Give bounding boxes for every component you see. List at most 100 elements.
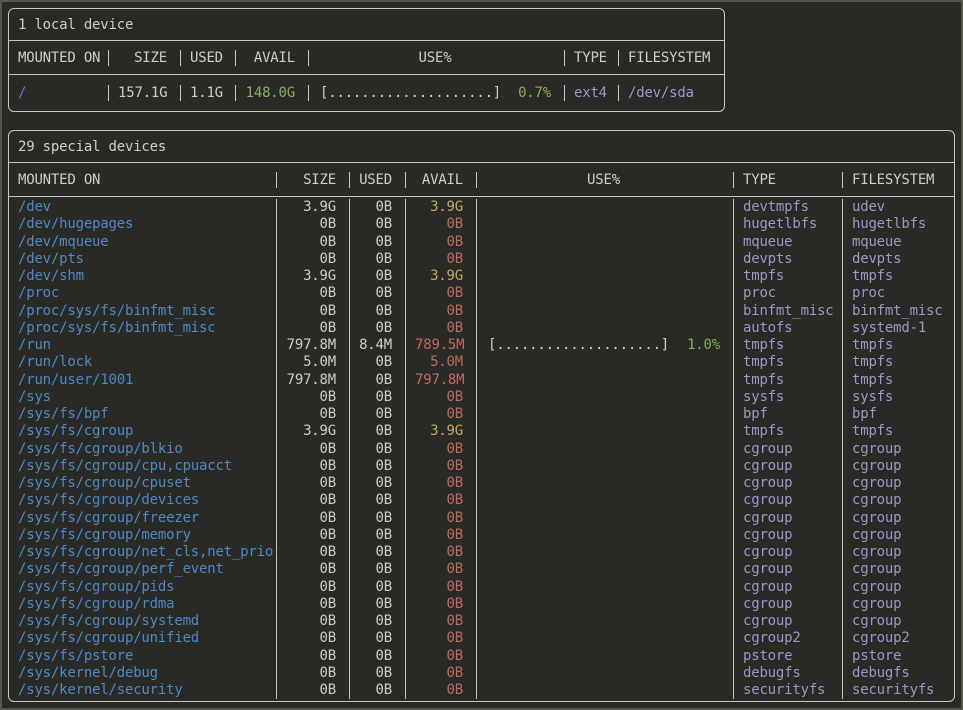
filesystem-cell: debugfs <box>843 665 954 682</box>
type-cell: debugfs <box>734 665 843 682</box>
used-cell: 0B <box>350 544 406 561</box>
usage-bar: [....................] <box>488 337 669 354</box>
used-cell: 0B <box>350 527 406 544</box>
type-cell: cgroup <box>734 561 843 578</box>
used-cell: 0B <box>350 251 406 268</box>
table-row: /sys/fs/bpf0B0B0Bbpfbpf <box>9 406 954 423</box>
type-cell: tmpfs <box>734 372 843 389</box>
filesystem-cell: cgroup <box>843 441 954 458</box>
avail-cell: 148.0G <box>236 85 309 101</box>
filesystem-cell: udev <box>843 199 954 216</box>
size-cell: 0B <box>277 492 350 509</box>
use-bar-cell <box>477 458 734 475</box>
table-row: /run/user/1001797.8M0B797.8Mtmpfstmpfs <box>9 372 954 389</box>
mount-cell: /sys/fs/cgroup/net_cls,net_prio <box>9 544 277 561</box>
type-cell: tmpfs <box>734 423 843 440</box>
avail-cell: 0B <box>406 475 477 492</box>
use-bar-cell <box>477 320 734 337</box>
mount-cell: /run/lock <box>9 354 277 371</box>
size-cell: 0B <box>277 527 350 544</box>
size-cell: 0B <box>277 285 350 302</box>
type-cell: cgroup <box>734 544 843 561</box>
column-header-mounted-on: MOUNTED ON <box>9 50 109 66</box>
mount-cell: /dev/shm <box>9 268 277 285</box>
use-bar-cell <box>477 544 734 561</box>
type-cell: hugetlbfs <box>734 216 843 233</box>
filesystem-cell: systemd-1 <box>843 320 954 337</box>
used-cell: 0B <box>350 510 406 527</box>
use-bar-cell <box>477 285 734 302</box>
avail-cell: 3.9G <box>406 268 477 285</box>
filesystem-cell: cgroup <box>843 458 954 475</box>
avail-cell: 0B <box>406 561 477 578</box>
size-cell: 0B <box>277 251 350 268</box>
used-cell: 0B <box>350 320 406 337</box>
column-header-filesystem: FILESYSTEM <box>843 172 954 188</box>
used-cell: 0B <box>350 613 406 630</box>
mount-cell: /run <box>9 337 277 354</box>
avail-cell: 0B <box>406 251 477 268</box>
table-row: /sys/fs/cgroup/systemd0B0B0Bcgroupcgroup <box>9 613 954 630</box>
mount-cell: /sys/kernel/debug <box>9 665 277 682</box>
avail-cell: 0B <box>406 596 477 613</box>
used-cell: 0B <box>350 596 406 613</box>
size-cell: 0B <box>277 579 350 596</box>
size-cell: 3.9G <box>277 268 350 285</box>
filesystem-cell: cgroup <box>843 475 954 492</box>
size-cell: 0B <box>277 441 350 458</box>
use-bar-cell: [....................]0.7% <box>309 85 565 101</box>
type-cell: binfmt_misc <box>734 303 843 320</box>
type-cell: proc <box>734 285 843 302</box>
avail-cell: 5.0M <box>406 354 477 371</box>
use-bar-cell <box>477 441 734 458</box>
type-cell: securityfs <box>734 682 843 699</box>
type-cell: sysfs <box>734 389 843 406</box>
table-row: /proc/sys/fs/binfmt_misc0B0B0Bautofssyst… <box>9 320 954 337</box>
column-header-used: USED <box>350 172 406 188</box>
filesystem-cell: cgroup <box>843 492 954 509</box>
type-cell: tmpfs <box>734 268 843 285</box>
use-bar-cell <box>477 423 734 440</box>
special-table-title: 29 special devices <box>9 131 954 163</box>
filesystem-cell: cgroup <box>843 579 954 596</box>
used-cell: 0B <box>350 648 406 665</box>
mount-cell: /sys/fs/cgroup/rdma <box>9 596 277 613</box>
avail-cell: 0B <box>406 527 477 544</box>
type-cell: cgroup <box>734 458 843 475</box>
size-cell: 797.8M <box>277 337 350 354</box>
column-header-filesystem: FILESYSTEM <box>619 50 724 66</box>
type-cell: mqueue <box>734 234 843 251</box>
used-cell: 0B <box>350 561 406 578</box>
filesystem-cell: hugetlbfs <box>843 216 954 233</box>
mount-cell: /sys/fs/pstore <box>9 648 277 665</box>
filesystem-cell: devpts <box>843 251 954 268</box>
size-cell: 3.9G <box>277 423 350 440</box>
use-bar-cell <box>477 268 734 285</box>
avail-cell: 0B <box>406 613 477 630</box>
avail-cell: 0B <box>406 320 477 337</box>
table-row: /sys/fs/cgroup/cpu,cpuacct0B0B0Bcgroupcg… <box>9 458 954 475</box>
used-cell: 0B <box>350 354 406 371</box>
used-cell: 0B <box>350 216 406 233</box>
column-header-use: USE% <box>309 50 565 66</box>
table-row: /proc/sys/fs/binfmt_misc0B0B0Bbinfmt_mis… <box>9 303 954 320</box>
mount-cell: /sys/kernel/security <box>9 682 277 699</box>
used-cell: 0B <box>350 630 406 647</box>
usage-bar: [....................] <box>320 85 501 101</box>
use-bar-cell <box>477 579 734 596</box>
type-cell: autofs <box>734 320 843 337</box>
avail-cell: 0B <box>406 234 477 251</box>
mount-cell: /sys/fs/cgroup/perf_event <box>9 561 277 578</box>
size-cell: 0B <box>277 320 350 337</box>
avail-cell: 789.5M <box>406 337 477 354</box>
filesystem-cell: tmpfs <box>843 423 954 440</box>
used-cell: 0B <box>350 199 406 216</box>
table-row: /run/lock5.0M0B5.0Mtmpfstmpfs <box>9 354 954 371</box>
size-cell: 5.0M <box>277 354 350 371</box>
avail-cell: 0B <box>406 216 477 233</box>
mount-cell: /proc/sys/fs/binfmt_misc <box>9 303 277 320</box>
size-cell: 0B <box>277 458 350 475</box>
mount-cell: /dev/mqueue <box>9 234 277 251</box>
filesystem-cell: mqueue <box>843 234 954 251</box>
table-row: /sys/fs/cgroup/perf_event0B0B0Bcgroupcgr… <box>9 561 954 578</box>
